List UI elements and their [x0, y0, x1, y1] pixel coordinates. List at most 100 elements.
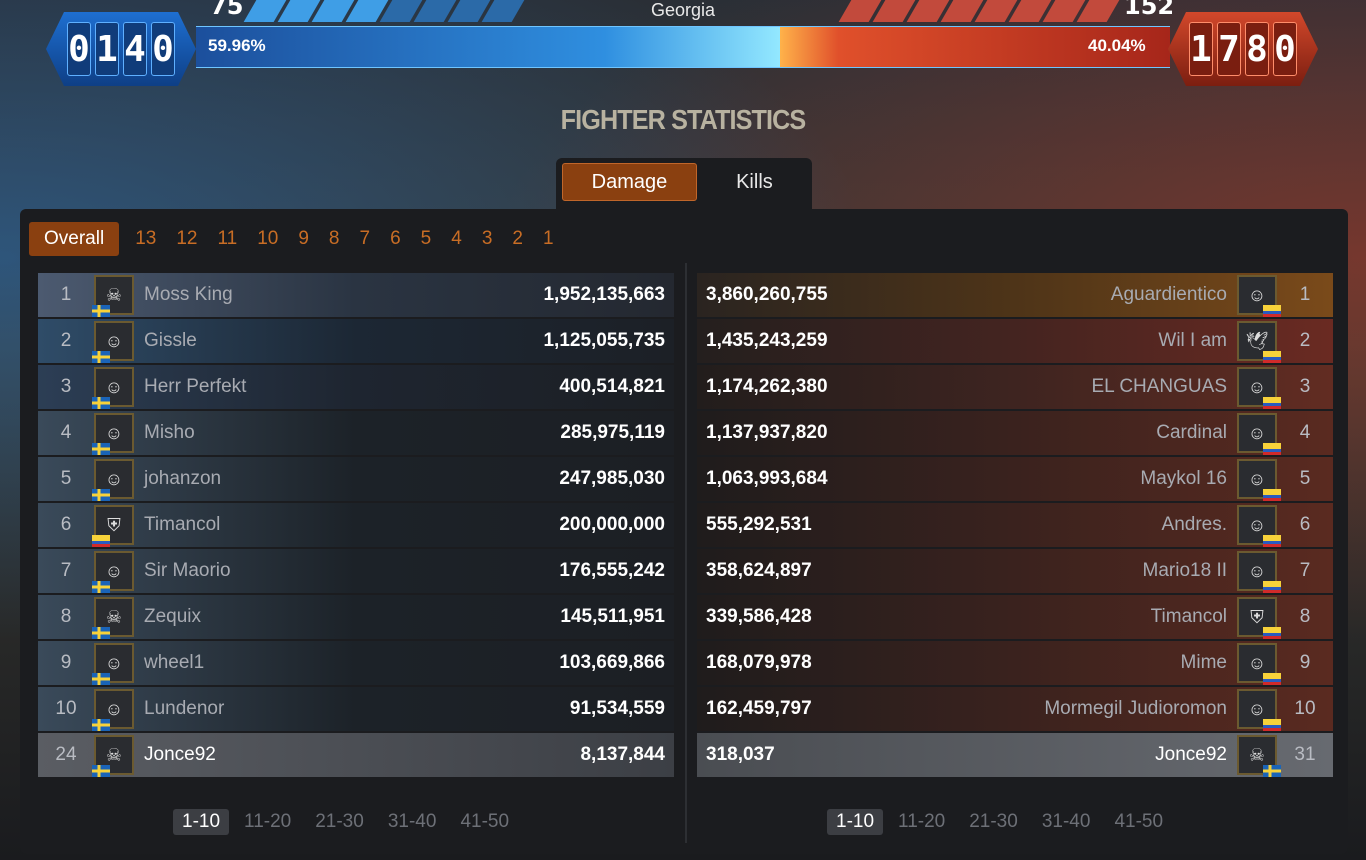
page-31-40[interactable]: 31-40 — [1033, 809, 1100, 835]
player-name[interactable]: Cardinal — [897, 422, 1237, 444]
player-name[interactable]: Moss King — [134, 284, 474, 306]
table-row[interactable]: 3 ☺ Herr Perfekt 400,514,821 — [38, 365, 674, 409]
table-row[interactable]: 162,459,797 Mormegil Judioromon ☺ 10 — [697, 687, 1333, 731]
player-name[interactable]: Andres. — [897, 514, 1237, 536]
table-row[interactable]: 358,624,897 Mario18 II ☺ 7 — [697, 549, 1333, 593]
flag-colombia-icon — [1263, 673, 1281, 685]
round-7[interactable]: 7 — [350, 228, 381, 250]
table-row[interactable]: 555,292,531 Andres. ☺ 6 — [697, 503, 1333, 547]
avatar[interactable]: ☺ — [1237, 505, 1281, 547]
round-9[interactable]: 9 — [288, 228, 319, 250]
round-8[interactable]: 8 — [319, 228, 350, 250]
page-1-10[interactable]: 1-10 — [827, 809, 884, 835]
table-row[interactable]: 339,586,428 Timancol ⛨ 8 — [697, 595, 1333, 639]
page-41-50[interactable]: 41-50 — [1105, 809, 1172, 835]
round-11[interactable]: 11 — [207, 228, 247, 250]
round-3[interactable]: 3 — [472, 228, 503, 250]
rank: 3 — [60, 376, 72, 397]
avatar[interactable]: ☺ — [1237, 551, 1281, 593]
avatar[interactable]: ⛨ — [92, 505, 134, 547]
rank: 3 — [1299, 376, 1311, 397]
avatar[interactable]: ☺ — [92, 551, 134, 593]
round-2[interactable]: 2 — [502, 228, 533, 250]
round-13[interactable]: 13 — [125, 228, 166, 250]
round-4[interactable]: 4 — [441, 228, 472, 250]
avatar[interactable]: ☺ — [92, 367, 134, 409]
table-row[interactable]: 7 ☺ Sir Maorio 176,555,242 — [38, 549, 674, 593]
avatar[interactable]: ☠ — [92, 275, 134, 317]
table-row[interactable]: 9 ☺ wheel1 103,669,866 — [38, 641, 674, 685]
right-pagination: 1-10 11-20 21-30 31-40 41-50 — [827, 809, 1172, 835]
page-41-50[interactable]: 41-50 — [451, 809, 518, 835]
player-name[interactable]: Lundenor — [134, 698, 474, 720]
player-name[interactable]: Timancol — [897, 606, 1237, 628]
table-row[interactable]: 1,137,937,820 Cardinal ☺ 4 — [697, 411, 1333, 455]
tab-kills[interactable]: Kills — [703, 163, 806, 201]
player-name[interactable]: Jonce92 — [897, 744, 1237, 766]
player-name[interactable]: Gissle — [134, 330, 474, 352]
page-31-40[interactable]: 31-40 — [379, 809, 446, 835]
table-row[interactable]: 10 ☺ Lundenor 91,534,559 — [38, 687, 674, 731]
player-name[interactable]: Misho — [134, 422, 474, 444]
page-1-10[interactable]: 1-10 — [173, 809, 230, 835]
avatar[interactable]: ☺ — [92, 413, 134, 455]
round-10[interactable]: 10 — [247, 228, 288, 250]
round-12[interactable]: 12 — [166, 228, 207, 250]
avatar[interactable]: ☺ — [92, 459, 134, 501]
player-name[interactable]: Wil I am — [897, 330, 1237, 352]
table-row[interactable]: 1,435,243,259 Wil I am 🕊 2 — [697, 319, 1333, 363]
round-1[interactable]: 1 — [533, 228, 564, 250]
avatar[interactable]: ☠ — [92, 597, 134, 639]
table-row[interactable]: 4 ☺ Misho 285,975,119 — [38, 411, 674, 455]
player-name[interactable]: Sir Maorio — [134, 560, 474, 582]
damage-value: 1,174,262,380 — [706, 376, 828, 397]
avatar[interactable]: ☺ — [92, 643, 134, 685]
player-name[interactable]: Herr Perfekt — [134, 376, 474, 398]
page-11-20[interactable]: 11-20 — [235, 809, 300, 835]
player-name[interactable]: Aguardientico — [897, 284, 1237, 306]
player-name[interactable]: Maykol 16 — [897, 468, 1237, 490]
player-name[interactable]: Mario18 II — [897, 560, 1237, 582]
table-row[interactable]: 8 ☠ Zequix 145,511,951 — [38, 595, 674, 639]
player-name[interactable]: Mormegil Judioromon — [897, 698, 1237, 720]
player-name[interactable]: Jonce92 — [134, 744, 474, 766]
player-name[interactable]: EL CHANGUAS — [897, 376, 1237, 398]
self-row[interactable]: 318,037 Jonce92 ☠ 31 — [697, 733, 1333, 777]
player-name[interactable]: Mime — [897, 652, 1237, 674]
player-name[interactable]: Zequix — [134, 606, 474, 628]
player-name[interactable]: wheel1 — [134, 652, 474, 674]
avatar[interactable]: ☺ — [92, 689, 134, 731]
avatar[interactable]: ☺ — [1237, 643, 1281, 685]
round-5[interactable]: 5 — [411, 228, 442, 250]
score-digit: 1 — [95, 22, 119, 76]
table-row[interactable]: 1 ☠ Moss King 1,952,135,663 — [38, 273, 674, 317]
table-row[interactable]: 168,079,978 Mime ☺ 9 — [697, 641, 1333, 685]
player-name[interactable]: johanzon — [134, 468, 474, 490]
avatar[interactable]: ☺ — [1237, 689, 1281, 731]
round-6[interactable]: 6 — [380, 228, 411, 250]
table-row[interactable]: 3,860,260,755 Aguardientico ☺ 1 — [697, 273, 1333, 317]
player-name[interactable]: Timancol — [134, 514, 474, 536]
avatar[interactable]: ☺ — [1237, 367, 1281, 409]
avatar[interactable]: ☺ — [1237, 275, 1281, 317]
page-11-20[interactable]: 11-20 — [889, 809, 954, 835]
avatar[interactable]: ☠ — [92, 735, 134, 777]
table-row[interactable]: 1,063,993,684 Maykol 16 ☺ 5 — [697, 457, 1333, 501]
damage-value: 339,586,428 — [706, 606, 812, 627]
tab-damage[interactable]: Damage — [562, 163, 697, 201]
avatar[interactable]: 🕊 — [1237, 321, 1281, 363]
avatar[interactable]: ☠ — [1237, 735, 1281, 777]
self-row[interactable]: 24 ☠ Jonce92 8,137,844 — [38, 733, 674, 777]
avatar[interactable]: ☺ — [1237, 413, 1281, 455]
table-row[interactable]: 2 ☺ Gissle 1,125,055,735 — [38, 319, 674, 363]
rank: 1 — [1299, 284, 1311, 305]
avatar[interactable]: ☺ — [92, 321, 134, 363]
round-overall[interactable]: Overall — [29, 222, 120, 256]
table-row[interactable]: 6 ⛨ Timancol 200,000,000 — [38, 503, 674, 547]
table-row[interactable]: 1,174,262,380 EL CHANGUAS ☺ 3 — [697, 365, 1333, 409]
avatar[interactable]: ⛨ — [1237, 597, 1281, 639]
table-row[interactable]: 5 ☺ johanzon 247,985,030 — [38, 457, 674, 501]
page-21-30[interactable]: 21-30 — [960, 809, 1027, 835]
page-21-30[interactable]: 21-30 — [306, 809, 373, 835]
avatar[interactable]: ☺ — [1237, 459, 1281, 501]
